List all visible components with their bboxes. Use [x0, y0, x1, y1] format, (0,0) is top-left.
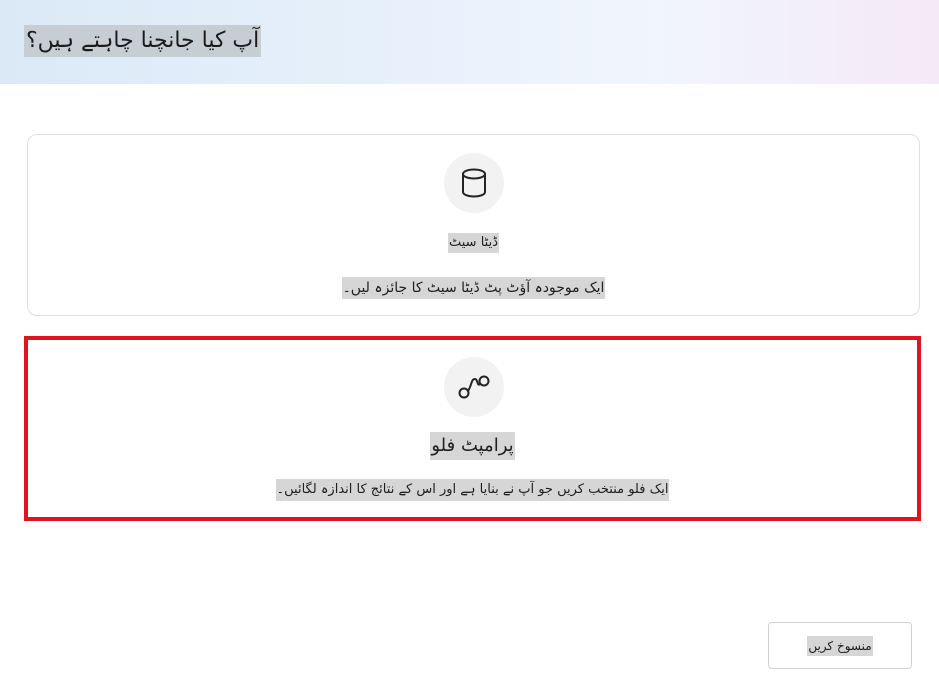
database-icon — [444, 153, 504, 213]
cancel-button[interactable]: منسوخ کریں — [768, 622, 912, 669]
cancel-button-label: منسوخ کریں — [807, 635, 873, 656]
dialog-title: آپ کیا جانچنا چاہتے ہیں؟ — [24, 25, 262, 57]
dialog-header: آپ کیا جانچنا چاہتے ہیں؟ — [0, 0, 939, 84]
option-description: ایک فلو منتخب کریں جو آپ نے بنایا ہے اور… — [28, 479, 917, 501]
option-card-prompt-flow[interactable]: پرامپٹ فلو ایک فلو منتخب کریں جو آپ نے ب… — [24, 336, 921, 521]
option-title: پرامپٹ فلو — [28, 432, 917, 460]
option-description: ایک موجودہ آؤٹ پٹ ڈیٹا سیٹ کا جائزہ لیں۔ — [28, 277, 919, 299]
option-title: ڈیٹا سیٹ — [28, 233, 919, 253]
flow-icon — [444, 357, 504, 417]
option-card-dataset[interactable]: ڈیٹا سیٹ ایک موجودہ آؤٹ پٹ ڈیٹا سیٹ کا ج… — [27, 134, 920, 316]
